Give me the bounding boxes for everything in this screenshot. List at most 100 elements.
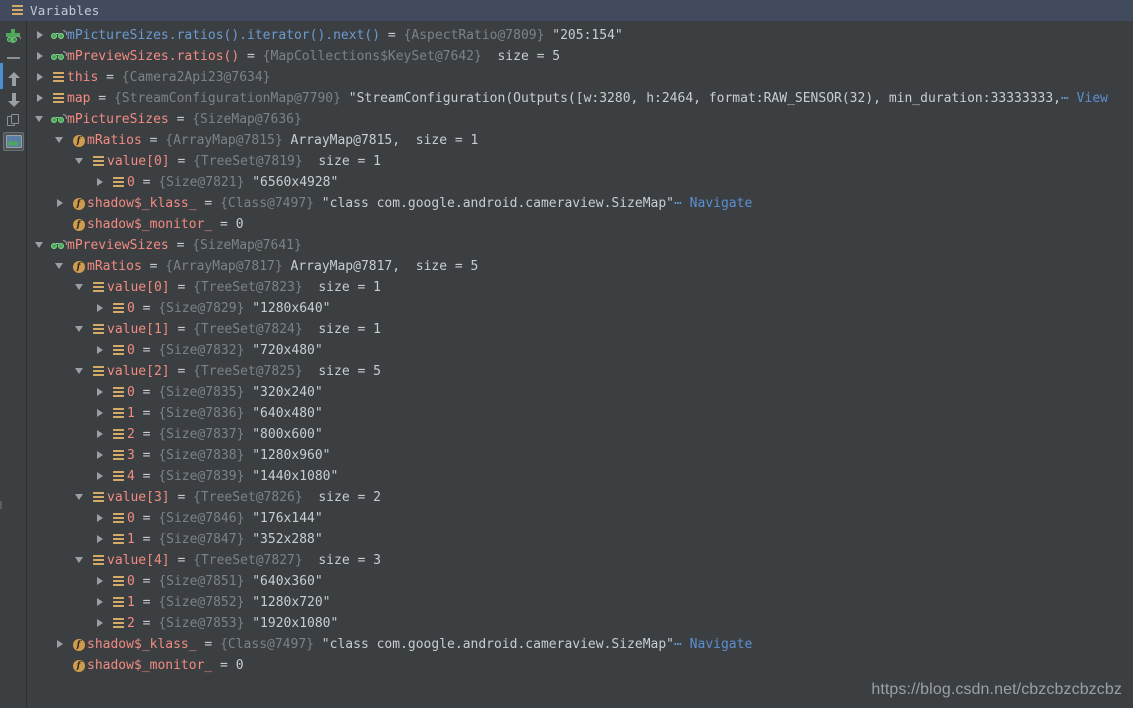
tree-row[interactable]: value[0] = {TreeSet@7823} size = 1 [27, 277, 1133, 298]
tree-row[interactable]: f mRatios = {ArrayMap@7815} ArrayMap@7815… [27, 130, 1133, 151]
variable-name: mPictureSizes.ratios().iterator().next() [67, 28, 381, 43]
chevron-right-icon[interactable] [95, 597, 106, 608]
list-bars-icon [93, 366, 104, 377]
chevron-right-icon[interactable] [95, 576, 106, 587]
tree-row[interactable]: f shadow$_monitor_ = 0 [27, 655, 1133, 676]
navigate-link[interactable]: Navigate [682, 193, 753, 214]
tree-row[interactable]: mPictureSizes = {SizeMap@7636} [27, 109, 1133, 130]
equals-sign: = [239, 49, 263, 64]
chevron-right-icon[interactable] [35, 51, 46, 62]
tree-row[interactable]: f shadow$_monitor_ = 0 [27, 214, 1133, 235]
list-bars-icon-wrapper [90, 156, 107, 167]
tab-variables[interactable]: Variables [0, 0, 110, 21]
chevron-down-icon[interactable] [75, 492, 86, 503]
variable-name: 0 [127, 175, 135, 190]
chevron-right-icon[interactable] [35, 30, 46, 41]
chevron-down-icon[interactable] [55, 261, 66, 272]
tree-row[interactable]: value[4] = {TreeSet@7827} size = 3 [27, 550, 1133, 571]
chevron-right-icon[interactable] [95, 387, 106, 398]
tree-row[interactable]: 0 = {Size@7829} "1280x640" [27, 298, 1133, 319]
view-link[interactable]: View [1069, 88, 1108, 109]
tree-row[interactable]: this = {Camera2Api23@7634} [27, 67, 1133, 88]
chevron-down-icon[interactable] [75, 324, 86, 335]
chevron-right-icon[interactable] [55, 198, 66, 209]
variables-toolbar [0, 21, 27, 708]
tree-row[interactable]: value[0] = {TreeSet@7819} size = 1 [27, 151, 1133, 172]
tree-row[interactable]: value[3] = {TreeSet@7826} size = 2 [27, 487, 1133, 508]
equals-sign: = [134, 448, 159, 463]
chevron-down-icon[interactable] [35, 114, 46, 125]
object-reference: {TreeSet@7824} [193, 322, 303, 337]
list-bars-icon [93, 156, 104, 167]
tree-row[interactable]: 3 = {Size@7838} "1280x960" [27, 445, 1133, 466]
chevron-right-icon[interactable] [55, 639, 66, 650]
tree-row[interactable]: value[2] = {TreeSet@7825} size = 5 [27, 361, 1133, 382]
list-bars-icon-wrapper [110, 408, 127, 419]
size-annotation: size = 2 [302, 490, 381, 505]
variable-value: ArrayMap@7815, [282, 133, 401, 148]
variable-name: 4 [127, 469, 135, 484]
tree-row[interactable]: 1 = {Size@7852} "1280x720" [27, 592, 1133, 613]
list-bars-icon-wrapper [110, 303, 127, 314]
watch-view-toggle[interactable] [0, 131, 27, 152]
tree-row[interactable]: 2 = {Size@7853} "1920x1080" [27, 613, 1133, 634]
chevron-down-icon[interactable] [75, 366, 86, 377]
tree-row[interactable]: f shadow$_klass_ = {Class@7497} "class co… [27, 193, 1133, 214]
tree-row[interactable]: 0 = {Size@7832} "720x480" [27, 340, 1133, 361]
tree-row[interactable]: 0 = {Size@7835} "320x240" [27, 382, 1133, 403]
chevron-right-icon[interactable] [95, 408, 106, 419]
variable-value: "1280x640" [244, 301, 331, 316]
tree-row[interactable]: mPictureSizes.ratios().iterator().next()… [27, 25, 1133, 46]
object-reference: {MapCollections$KeySet@7642} [262, 49, 482, 64]
copy-value-button[interactable] [0, 110, 27, 131]
chevron-right-icon[interactable] [95, 534, 106, 545]
chevron-down-icon[interactable] [35, 240, 46, 251]
chevron-right-icon[interactable] [95, 618, 106, 629]
tree-row[interactable]: 4 = {Size@7839} "1440x1080" [27, 466, 1133, 487]
variables-tree[interactable]: mPictureSizes.ratios().iterator().next()… [27, 21, 1133, 708]
move-down-button[interactable] [0, 89, 27, 110]
chevron-down-icon[interactable] [75, 156, 86, 167]
chevron-right-icon[interactable] [95, 450, 106, 461]
tree-row[interactable]: f shadow$_klass_ = {Class@7497} "class co… [27, 634, 1133, 655]
chevron-right-icon[interactable] [35, 93, 46, 104]
tree-row[interactable]: 1 = {Size@7836} "640x480" [27, 403, 1133, 424]
chevron-right-icon[interactable] [95, 345, 106, 356]
chevron-right-icon[interactable] [95, 303, 106, 314]
watch-glasses-icon [50, 114, 67, 125]
list-bars-icon [93, 555, 104, 566]
variable-value: "352x288" [244, 532, 323, 547]
equals-sign: = [134, 385, 159, 400]
tree-row[interactable]: map = {StreamConfigurationMap@7790} "Str… [27, 88, 1133, 109]
truncation-ellipsis: ⋯ [1061, 91, 1069, 106]
chevron-right-icon[interactable] [95, 177, 106, 188]
tree-row[interactable]: mPreviewSizes = {SizeMap@7641} [27, 235, 1133, 256]
list-bars-icon [53, 93, 64, 104]
tree-row[interactable]: 1 = {Size@7847} "352x288" [27, 529, 1133, 550]
chevron-right-icon[interactable] [95, 471, 106, 482]
tree-row[interactable]: 0 = {Size@7846} "176x144" [27, 508, 1133, 529]
tree-row[interactable]: value[1] = {TreeSet@7824} size = 1 [27, 319, 1133, 340]
chevron-right-icon[interactable] [95, 429, 106, 440]
tree-row[interactable]: 0 = {Size@7851} "640x360" [27, 571, 1133, 592]
object-reference: {ArrayMap@7817} [165, 259, 283, 274]
remove-watch-button[interactable] [0, 47, 27, 68]
equals-sign: = [169, 322, 194, 337]
variable-name: value[0] [107, 154, 170, 169]
field-icon-wrapper: f [70, 638, 87, 651]
variable-value: ArrayMap@7817, [282, 259, 401, 274]
chevron-down-icon[interactable] [55, 135, 66, 146]
tree-row[interactable]: 2 = {Size@7837} "800x600" [27, 424, 1133, 445]
chevron-right-icon[interactable] [35, 72, 46, 83]
navigate-link[interactable]: Navigate [682, 634, 753, 655]
chevron-down-icon[interactable] [75, 282, 86, 293]
tree-row[interactable]: 0 = {Size@7821} "6560x4928" [27, 172, 1133, 193]
chevron-down-icon[interactable] [75, 555, 86, 566]
object-reference: {Size@7846} [158, 511, 245, 526]
tree-row[interactable]: mPreviewSizes.ratios() = {MapCollections… [27, 46, 1133, 67]
move-up-button[interactable] [0, 68, 27, 89]
tree-row[interactable]: f mRatios = {ArrayMap@7817} ArrayMap@7817… [27, 256, 1133, 277]
add-watch-button[interactable] [0, 26, 27, 47]
vertical-scrollbar-thumb[interactable] [0, 63, 3, 89]
chevron-right-icon[interactable] [95, 513, 106, 524]
